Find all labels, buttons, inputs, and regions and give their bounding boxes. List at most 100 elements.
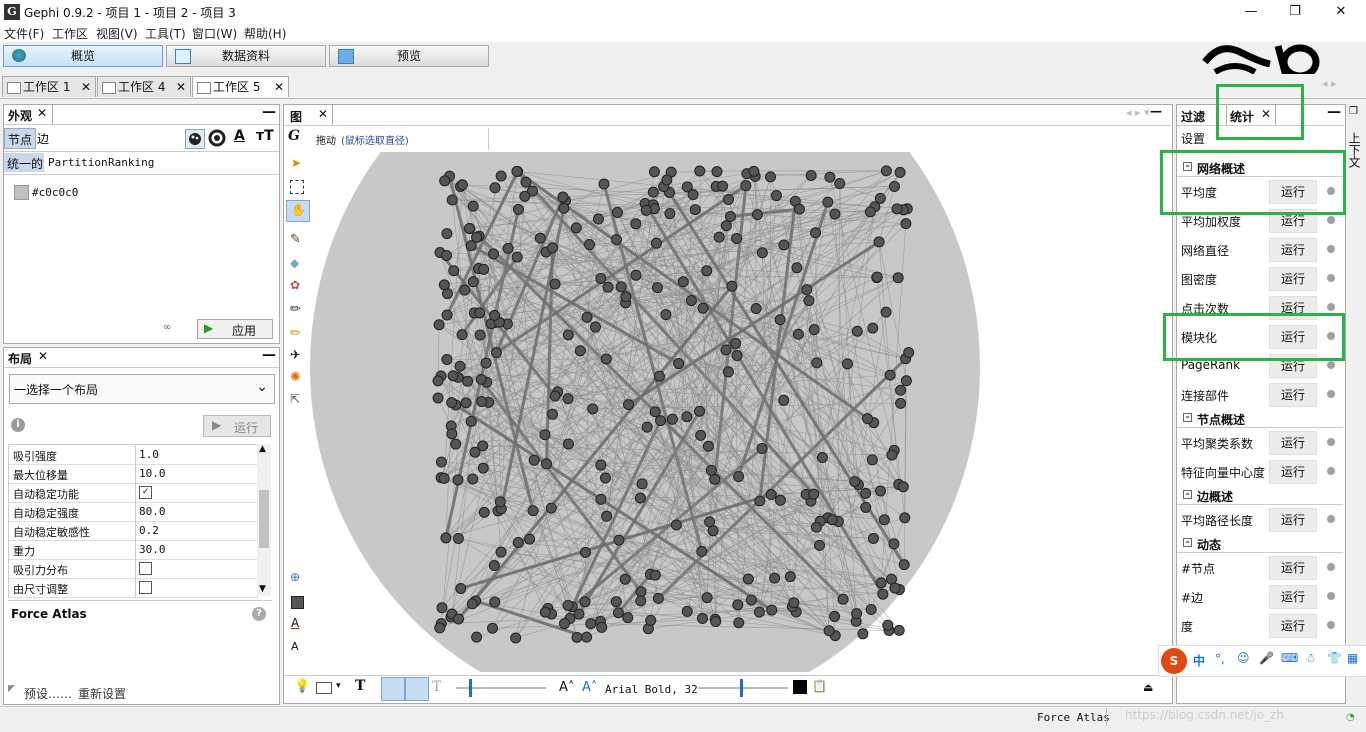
mode-ranking[interactable]: Ranking bbox=[108, 156, 154, 169]
close-icon[interactable]: ✕ bbox=[81, 77, 91, 97]
graph-node[interactable] bbox=[893, 273, 903, 283]
checkbox-unchecked[interactable] bbox=[139, 581, 152, 594]
graph-node[interactable] bbox=[830, 611, 840, 621]
graph-node[interactable] bbox=[885, 370, 895, 380]
emoji-icon[interactable]: ☺ bbox=[1237, 651, 1250, 665]
edge-color-icon[interactable] bbox=[405, 677, 429, 701]
graph-node[interactable] bbox=[842, 359, 852, 369]
graph-node[interactable] bbox=[540, 430, 550, 440]
tab-workspace-5[interactable]: 工作区 5 ✕ bbox=[192, 76, 289, 97]
graph-node[interactable] bbox=[734, 471, 744, 481]
data-lab-mode-button[interactable]: 数据资料 bbox=[166, 45, 326, 67]
label-size-slider[interactable] bbox=[698, 687, 788, 689]
graph-node[interactable] bbox=[559, 619, 569, 629]
graph-node[interactable] bbox=[584, 240, 594, 250]
run-button[interactable]: 运行 bbox=[1269, 556, 1317, 580]
graph-node[interactable] bbox=[435, 623, 445, 633]
tab-workspace-4[interactable]: 工作区 4 ✕ bbox=[97, 76, 191, 97]
expand-icon[interactable]: ⏏ bbox=[1143, 681, 1153, 694]
graph-node[interactable] bbox=[449, 266, 459, 276]
collapse-icon[interactable]: – bbox=[1183, 413, 1192, 422]
graph-node[interactable] bbox=[879, 515, 889, 525]
keyboard-icon[interactable]: ⌨ bbox=[1281, 651, 1298, 665]
minimize-panel-button[interactable]: — bbox=[262, 347, 276, 363]
graph-node[interactable] bbox=[478, 463, 488, 473]
graph-node[interactable] bbox=[525, 534, 535, 544]
collapse-icon[interactable]: – bbox=[1183, 490, 1192, 499]
graph-node[interactable] bbox=[665, 209, 675, 219]
graph-node[interactable] bbox=[695, 406, 705, 416]
close-icon[interactable]: ✕ bbox=[318, 107, 328, 121]
run-button[interactable]: 运行 bbox=[1269, 460, 1317, 484]
graph-node[interactable] bbox=[512, 252, 522, 262]
minimize-panel-button[interactable]: — bbox=[1327, 104, 1341, 120]
graph-node[interactable] bbox=[901, 219, 911, 229]
lightbulb-icon[interactable]: 💡 bbox=[294, 679, 310, 694]
minimize-button[interactable]: — bbox=[1236, 2, 1266, 22]
tab-filters[interactable]: 过滤 bbox=[1181, 108, 1205, 125]
graph-node[interactable] bbox=[548, 409, 558, 419]
graph-node[interactable] bbox=[890, 583, 900, 593]
maximize-button[interactable]: ❐ bbox=[1280, 2, 1310, 22]
graph-node[interactable] bbox=[749, 166, 759, 176]
graph-node[interactable] bbox=[697, 546, 707, 556]
graph-node[interactable] bbox=[547, 243, 557, 253]
graph-node[interactable] bbox=[876, 486, 886, 496]
graph-node[interactable] bbox=[661, 310, 671, 320]
graph-node[interactable] bbox=[535, 233, 545, 243]
graph-node[interactable] bbox=[900, 513, 910, 523]
graph-node[interactable] bbox=[655, 416, 665, 426]
stats-section-header[interactable]: –节点概述 bbox=[1177, 409, 1343, 428]
graph-node[interactable] bbox=[636, 587, 646, 597]
param-row[interactable]: 自动稳定敏感性0.2 bbox=[9, 521, 257, 541]
graph-node[interactable] bbox=[678, 277, 688, 287]
heatmap-icon[interactable]: ✺ bbox=[290, 370, 301, 385]
show-labels-icon[interactable]: T bbox=[355, 678, 365, 694]
graph-node[interactable] bbox=[868, 323, 878, 333]
menu-window[interactable]: 窗口(W) bbox=[192, 25, 237, 42]
graph-node[interactable] bbox=[686, 296, 696, 306]
painter-icon[interactable]: ✿ bbox=[290, 278, 300, 292]
graph-node[interactable] bbox=[550, 391, 560, 401]
graph-node[interactable] bbox=[623, 613, 633, 623]
graph-node[interactable] bbox=[612, 235, 622, 245]
tab-workspace-1[interactable]: 工作区 1 ✕ bbox=[2, 76, 96, 97]
graph-node[interactable] bbox=[671, 520, 681, 530]
graph-node[interactable] bbox=[571, 223, 581, 233]
minimize-panel-button[interactable]: — bbox=[1150, 104, 1162, 118]
graph-node[interactable] bbox=[696, 430, 706, 440]
graph-node[interactable] bbox=[706, 465, 716, 475]
menu-view[interactable]: 视图(V) bbox=[96, 25, 138, 42]
graph-node[interactable] bbox=[451, 439, 461, 449]
graph-node[interactable] bbox=[490, 597, 500, 607]
graph-node[interactable] bbox=[559, 203, 569, 213]
graph-node[interactable] bbox=[785, 572, 795, 582]
graph-node[interactable] bbox=[596, 460, 606, 470]
graph-node[interactable] bbox=[904, 348, 914, 358]
graph-node[interactable] bbox=[757, 443, 767, 453]
graph-node[interactable] bbox=[789, 598, 799, 608]
graph-node[interactable] bbox=[546, 503, 556, 513]
param-row[interactable]: 重力30.0 bbox=[9, 540, 257, 560]
label-color-icon[interactable]: A bbox=[234, 128, 245, 144]
graph-node[interactable] bbox=[456, 583, 466, 593]
graph-node[interactable] bbox=[631, 270, 641, 280]
graph-node[interactable] bbox=[580, 547, 590, 557]
graph-node[interactable] bbox=[464, 223, 474, 233]
graph-node[interactable] bbox=[496, 171, 506, 181]
graph-node[interactable] bbox=[448, 371, 458, 381]
graph-node[interactable] bbox=[624, 400, 634, 410]
graph-node[interactable] bbox=[601, 354, 611, 364]
pencil-icon[interactable]: ✏ bbox=[290, 302, 301, 317]
run-button[interactable]: 运行 bbox=[1269, 267, 1317, 291]
tab-scroll-arrows[interactable]: ◂ ▸ bbox=[1322, 77, 1337, 90]
chevron-down-icon[interactable]: ▾ bbox=[336, 681, 341, 691]
size-icon[interactable] bbox=[208, 129, 226, 150]
graph-node[interactable] bbox=[752, 210, 762, 220]
graph-node[interactable] bbox=[667, 414, 677, 424]
menu-help[interactable]: 帮助(H) bbox=[244, 25, 286, 42]
graph-node[interactable] bbox=[468, 201, 478, 211]
graph-node[interactable] bbox=[447, 195, 457, 205]
graph-node[interactable] bbox=[899, 560, 909, 570]
color-palette-button[interactable] bbox=[185, 129, 205, 149]
